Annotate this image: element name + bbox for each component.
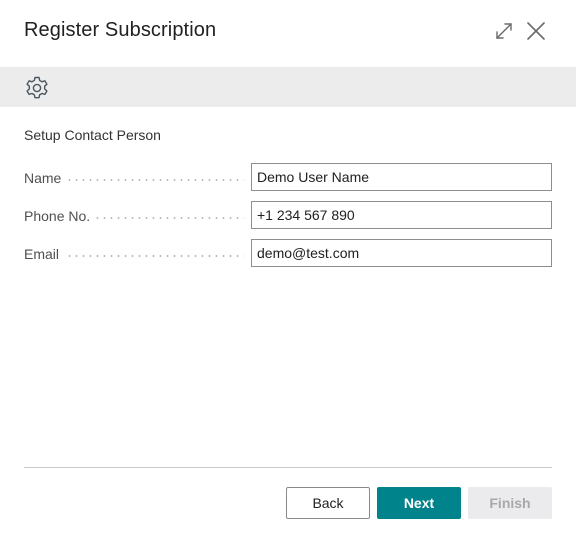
footer-divider — [24, 467, 552, 468]
finish-button[interactable]: Finish — [468, 487, 552, 519]
field-row-email: Email — [24, 239, 552, 267]
email-input[interactable] — [251, 239, 552, 267]
close-button[interactable] — [525, 20, 547, 42]
gear-icon — [26, 76, 48, 99]
back-button[interactable]: Back — [286, 487, 370, 519]
close-icon — [527, 22, 545, 40]
name-input[interactable] — [251, 163, 552, 191]
expand-button[interactable] — [493, 20, 515, 42]
section-title: Setup Contact Person — [24, 127, 161, 143]
action-bar — [0, 67, 576, 107]
register-subscription-dialog: Register Subscription Setup Contact Pers… — [0, 0, 576, 543]
phone-input[interactable] — [251, 201, 552, 229]
expand-icon — [496, 23, 512, 39]
settings-button[interactable] — [24, 75, 50, 101]
name-label: Name — [24, 170, 68, 186]
email-label: Email — [24, 246, 66, 262]
field-row-phone: Phone No. — [24, 201, 552, 229]
phone-label: Phone No. — [24, 208, 97, 224]
dialog-title: Register Subscription — [24, 19, 217, 41]
field-row-name: Name — [24, 163, 552, 191]
next-button[interactable]: Next — [377, 487, 461, 519]
